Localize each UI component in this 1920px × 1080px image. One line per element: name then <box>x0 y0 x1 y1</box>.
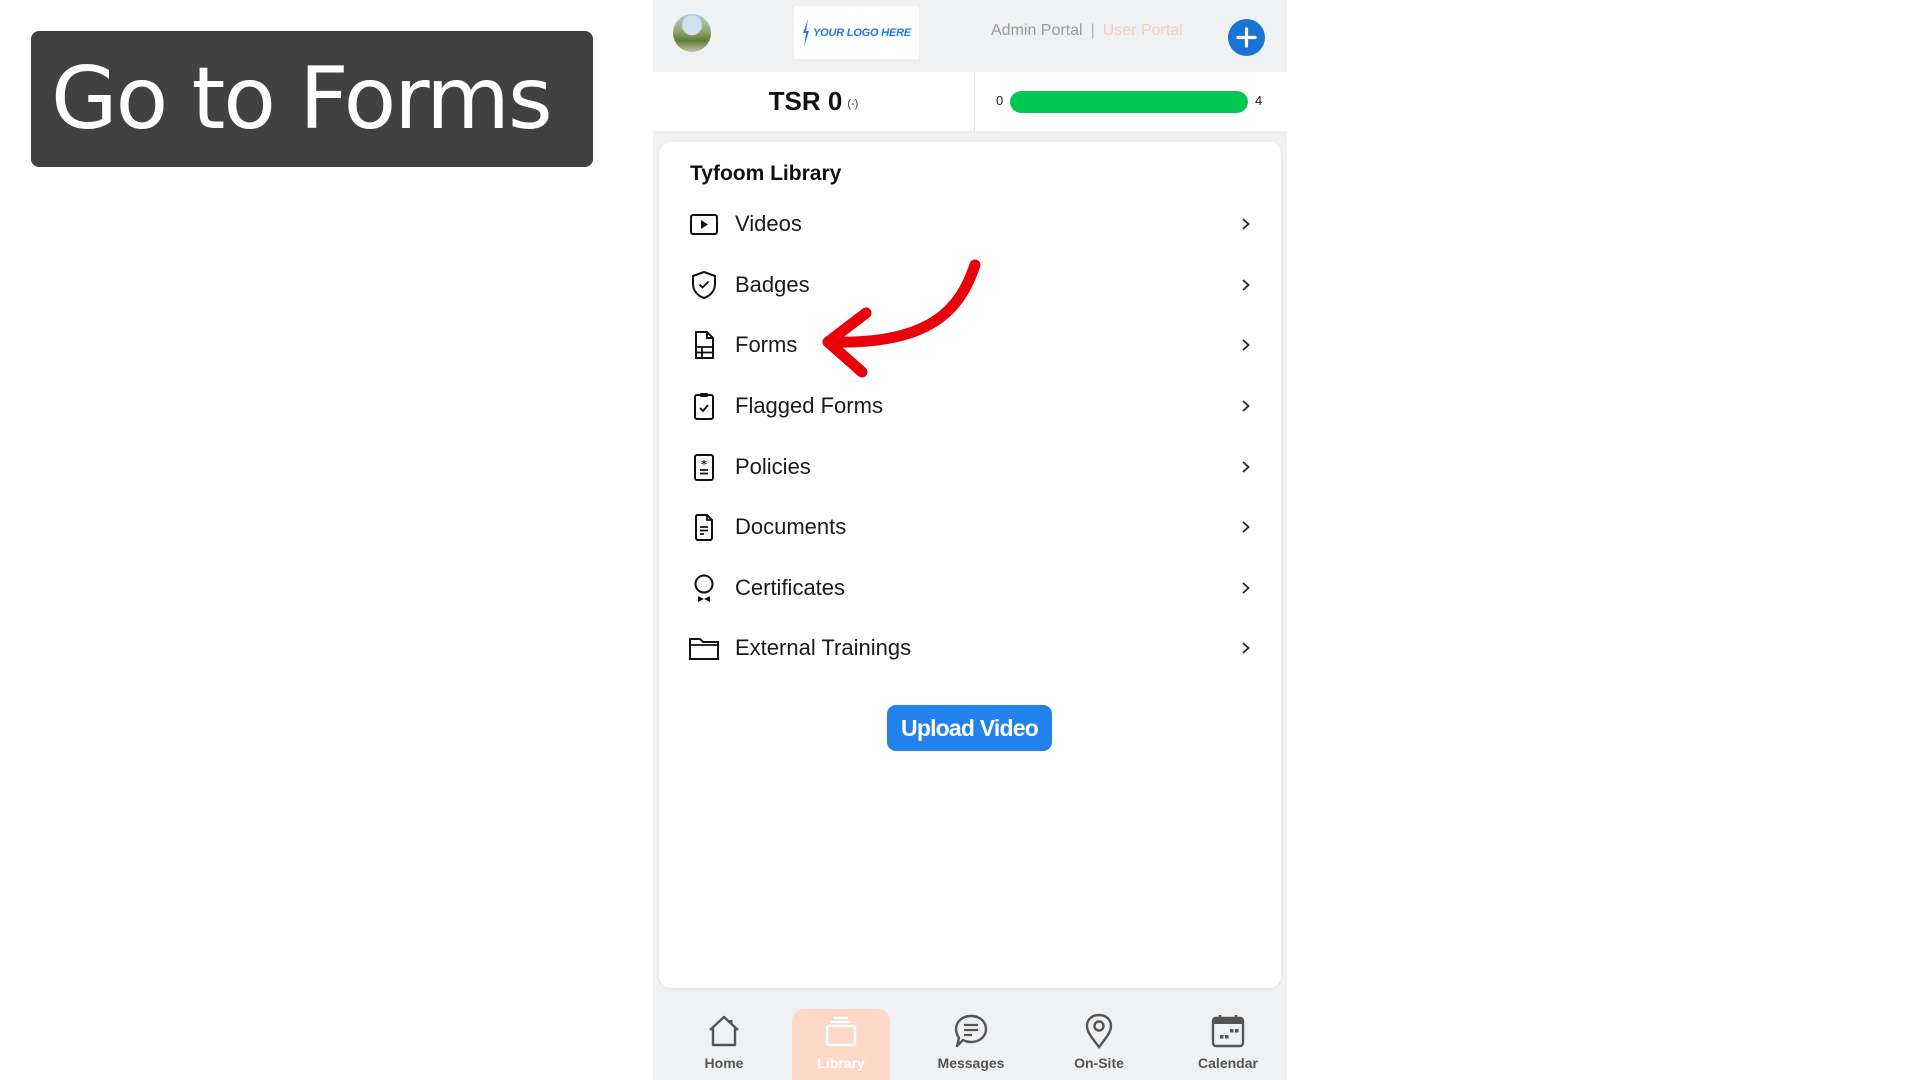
library-item-label: Certificates <box>735 574 846 600</box>
tsr-summary: TSR 0 (-) 0 4 <box>653 72 1287 131</box>
nav-messages[interactable]: Messages <box>922 1009 1020 1080</box>
folder-icon <box>688 632 720 664</box>
mobile-app-frame: YOUR LOGO HERE Admin Portal | User Portal … <box>653 0 1287 1080</box>
upload-video-button[interactable]: Upload Video <box>887 705 1052 751</box>
library-item-label: Documents <box>735 514 847 540</box>
tsr-label: TSR 0 <box>768 86 843 116</box>
library-list: Videos Badges Forms Flagged Forms * Poli… <box>659 194 1281 679</box>
library-item-label: External Trainings <box>735 635 912 661</box>
top-bar: YOUR LOGO HERE Admin Portal | User Portal <box>653 0 1287 72</box>
clipboard-check-icon <box>688 390 720 422</box>
library-item-policies[interactable]: * Policies <box>659 436 1281 497</box>
nav-label: On-Site <box>1074 1055 1124 1071</box>
svg-text:*: * <box>701 458 707 471</box>
calendar-icon <box>1211 1015 1245 1048</box>
chevron-right-icon <box>1242 461 1250 473</box>
progress-max: 4 <box>1255 93 1263 108</box>
chevron-right-icon <box>1242 642 1250 655</box>
chevron-right-icon <box>1242 339 1250 352</box>
library-item-label: Forms <box>735 332 798 358</box>
library-item-label: Policies <box>735 453 811 479</box>
library-card: Tyfoom Library Videos Badges Forms Flagg… <box>659 142 1281 988</box>
progress-fill <box>1010 91 1248 113</box>
plus-icon <box>1236 27 1257 48</box>
messages-icon <box>954 1014 988 1048</box>
location-pin-icon <box>1085 1013 1113 1049</box>
nav-calendar[interactable]: Calendar <box>1179 1009 1277 1080</box>
tsr-delta: (-) <box>847 97 859 110</box>
progress-min: 0 <box>996 93 1004 108</box>
library-item-forms[interactable]: Forms <box>659 315 1281 376</box>
tsr-score[interactable]: TSR 0 (-) <box>653 72 975 131</box>
library-item-videos[interactable]: Videos <box>659 194 1281 255</box>
chevron-right-icon <box>1242 279 1250 291</box>
library-item-label: Badges <box>735 271 810 297</box>
nav-label: Calendar <box>1198 1055 1258 1071</box>
library-item-label: Flagged Forms <box>735 393 883 419</box>
chevron-right-icon <box>1242 521 1250 533</box>
instruction-text: Go to Forms <box>51 49 553 149</box>
nav-label: Library <box>817 1055 865 1071</box>
shield-check-icon <box>688 269 720 301</box>
policy-document-icon: * <box>688 451 720 483</box>
library-item-documents[interactable]: Documents <box>659 497 1281 558</box>
video-play-icon <box>688 208 720 240</box>
library-item-badges[interactable]: Badges <box>659 255 1281 316</box>
progress-bar <box>1010 91 1248 113</box>
nav-on-site[interactable]: On-Site <box>1050 1009 1148 1080</box>
nav-home[interactable]: Home <box>675 1009 773 1080</box>
admin-portal-link[interactable]: Admin Portal <box>991 22 1083 39</box>
library-title: Tyfoom Library <box>690 162 842 185</box>
chevron-right-icon <box>1242 218 1250 230</box>
nav-library[interactable]: Library <box>792 1009 890 1080</box>
logo-text: YOUR LOGO HERE <box>812 26 912 39</box>
nav-label: Messages <box>937 1055 1005 1071</box>
library-item-label: Videos <box>735 211 802 237</box>
library-item-certificates[interactable]: Certificates <box>659 558 1281 619</box>
award-ribbon-icon <box>688 572 720 604</box>
home-icon <box>709 1015 739 1047</box>
nav-label: Home <box>704 1055 744 1071</box>
user-portal-link[interactable]: User Portal <box>1103 22 1183 39</box>
instruction-callout: Go to Forms <box>31 31 593 167</box>
bottom-navigation: Home Library Messages On-Site Calendar <box>653 997 1287 1080</box>
form-document-icon <box>688 329 720 361</box>
chevron-right-icon <box>1242 400 1250 412</box>
avatar[interactable] <box>673 14 711 52</box>
company-logo: YOUR LOGO HERE <box>794 6 919 59</box>
library-item-flagged-forms[interactable]: Flagged Forms <box>659 376 1281 437</box>
library-icon <box>825 1016 857 1047</box>
portal-separator: | <box>1090 22 1095 39</box>
portal-switcher: Admin Portal | User Portal <box>991 22 1183 40</box>
add-button[interactable] <box>1228 19 1265 56</box>
library-item-external-trainings[interactable]: External Trainings <box>659 618 1281 679</box>
chevron-right-icon <box>1242 582 1250 594</box>
document-icon <box>688 511 720 543</box>
logo-mark-icon <box>802 18 809 47</box>
